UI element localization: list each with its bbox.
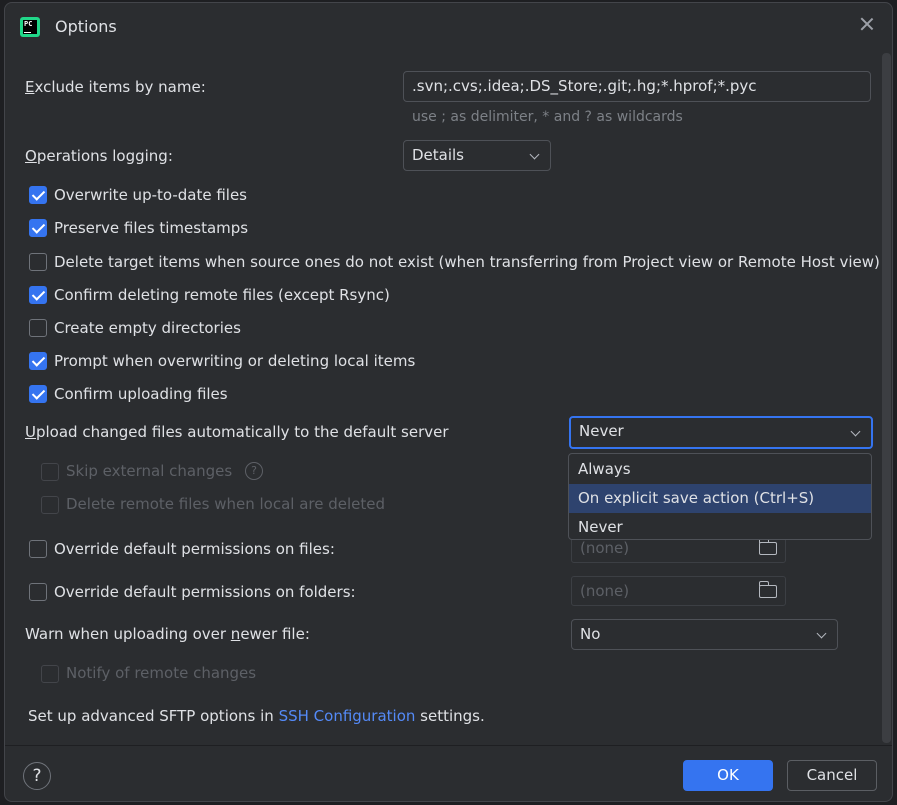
folders-permissions-field: (none) <box>571 576 786 606</box>
upload-auto-label-text: pload changed files automatically to the… <box>35 423 449 441</box>
ssh-configuration-link[interactable]: SSH Configuration <box>279 707 416 725</box>
confirm-delete-remote-checkbox[interactable] <box>29 286 47 304</box>
delete-remote-checkbox <box>41 496 59 514</box>
overwrite-label[interactable]: Overwrite up-to-date files <box>54 186 247 204</box>
delete-target-label[interactable]: Delete target items when source ones do … <box>54 253 880 271</box>
logging-label-text: perations logging: <box>36 147 173 165</box>
delete-target-checkbox[interactable] <box>29 253 47 271</box>
warn-dropdown[interactable]: No <box>571 619 838 650</box>
skip-external-label: Skip external changes <box>66 462 233 480</box>
exclude-input[interactable]: .svn;.cvs;.idea;.DS_Store;.git;.hg;*.hpr… <box>403 71 871 102</box>
create-empty-dirs-checkbox[interactable] <box>29 319 47 337</box>
overwrite-checkbox[interactable] <box>29 186 47 204</box>
warn-label: Warn when uploading over newer file: <box>25 625 310 643</box>
folder-icon <box>759 538 777 555</box>
confirm-upload-checkbox[interactable] <box>29 385 47 403</box>
close-icon[interactable] <box>858 15 876 33</box>
preserve-timestamps-label[interactable]: Preserve files timestamps <box>54 219 248 237</box>
preserve-timestamps-checkbox[interactable] <box>29 219 47 237</box>
options-dialog: PC Options Exclude items by name: .svn;.… <box>4 2 893 802</box>
sftp-suffix: settings. <box>415 707 485 725</box>
logging-label: Operations logging: <box>25 147 173 165</box>
scrollbar[interactable] <box>882 53 891 743</box>
warn-label-b: ewer file: <box>240 625 310 643</box>
warn-label-a: Warn when uploading over <box>25 625 231 643</box>
dialog-title: Options <box>55 17 117 36</box>
skip-external-checkbox <box>41 463 59 481</box>
option-always[interactable]: Always <box>569 455 871 484</box>
override-folders-checkbox[interactable] <box>29 583 47 601</box>
create-empty-dirs-label[interactable]: Create empty directories <box>54 319 241 337</box>
exclude-hint: use ; as delimiter, * and ? as wildcards <box>412 109 683 125</box>
upload-auto-dropdown[interactable]: Never <box>569 416 873 449</box>
help-circle-icon[interactable]: ? <box>245 462 263 480</box>
chevron-down-icon <box>816 628 827 639</box>
chevron-down-icon <box>529 149 540 160</box>
confirm-upload-label[interactable]: Confirm uploading files <box>54 385 228 403</box>
sftp-prefix: Set up advanced SFTP options in <box>28 707 279 725</box>
folders-permissions-placeholder: (none) <box>580 582 630 600</box>
confirm-delete-remote-label[interactable]: Confirm deleting remote files (except Rs… <box>54 286 390 304</box>
override-folders-label[interactable]: Override default permissions on folders: <box>54 583 356 601</box>
warn-value: No <box>580 625 601 643</box>
override-files-label[interactable]: Override default permissions on files: <box>54 540 335 558</box>
upload-auto-value: Never <box>579 422 624 440</box>
chevron-down-icon <box>850 426 861 437</box>
option-explicit-save[interactable]: On explicit save action (Ctrl+S) <box>569 484 871 513</box>
override-files-checkbox[interactable] <box>29 540 47 558</box>
pycharm-logo-icon: PC <box>20 17 40 37</box>
title-bar: PC Options <box>5 3 892 51</box>
upload-auto-label: Upload changed files automatically to th… <box>25 423 449 441</box>
prompt-overwrite-label[interactable]: Prompt when overwriting or deleting loca… <box>54 352 415 370</box>
cancel-button[interactable]: Cancel <box>787 760 877 791</box>
exclude-label-text: xclude items by name: <box>34 78 206 96</box>
logging-value: Details <box>412 146 465 164</box>
logging-dropdown[interactable]: Details <box>403 140 551 171</box>
option-never[interactable]: Never <box>569 513 871 542</box>
ok-button[interactable]: OK <box>683 760 773 791</box>
help-button[interactable]: ? <box>23 762 51 790</box>
notify-remote-checkbox <box>41 665 59 683</box>
notify-remote-label: Notify of remote changes <box>66 664 257 682</box>
sftp-text: Set up advanced SFTP options in SSH Conf… <box>28 707 485 725</box>
delete-remote-label: Delete remote files when local are delet… <box>66 495 386 513</box>
exclude-label: Exclude items by name: <box>25 78 206 96</box>
folder-icon <box>759 581 777 598</box>
upload-options-popup: Always On explicit save action (Ctrl+S) … <box>568 453 872 540</box>
prompt-overwrite-checkbox[interactable] <box>29 352 47 370</box>
dialog-footer: ? OK Cancel <box>5 745 892 801</box>
